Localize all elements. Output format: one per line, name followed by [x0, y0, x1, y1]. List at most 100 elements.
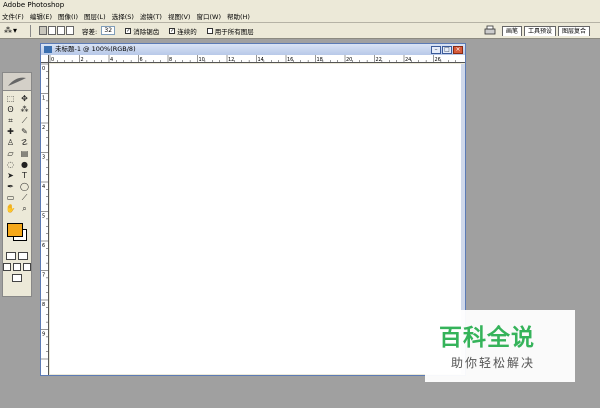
subtract-selection-button[interactable] [57, 26, 65, 35]
tool-grid: ⬚ ✥ ʘ ⁂ ⌗ ⟋ ✚ ✎ ♙ ☡ ▱ ▤ ◌ ● ➤ T ✒ ◯ ▭ ⟋ … [3, 91, 31, 217]
ruler-label: 26 [435, 57, 441, 63]
watermark-title: 百科全说 [439, 325, 535, 351]
add-selection-button[interactable] [48, 26, 56, 35]
watermark-subtitle: 助你轻松解决 [451, 356, 536, 370]
contiguous-checkbox[interactable]: ✓ 连续的 [169, 26, 197, 36]
slice-tool-icon[interactable]: ⟋ [19, 116, 30, 126]
eyedropper-icon[interactable]: ⟋ [19, 193, 30, 203]
ruler-label: 20 [346, 57, 352, 63]
new-selection-button[interactable] [39, 26, 47, 35]
options-bar: ⁂ ▾ 容差: 32 ✓ 消除锯齿 ✓ 连续的 用于所有图层 画笔 工具预设 图… [0, 23, 600, 39]
tab-tool-presets[interactable]: 工具预设 [523, 25, 556, 36]
screen-mode-standard-button[interactable] [3, 263, 11, 271]
document-title-bar[interactable]: 未标题-1 @ 100%(RGB/8) – □ × [41, 44, 465, 55]
menu-edit[interactable]: 编辑(E) [30, 11, 52, 23]
foreground-color-swatch[interactable] [7, 223, 23, 237]
menu-help[interactable]: 帮助(H) [227, 11, 250, 23]
screen-mode-full-button[interactable] [23, 263, 31, 271]
ruler-label: 0 [42, 66, 45, 72]
path-selection-icon[interactable]: ➤ [5, 171, 16, 181]
pen-tool-icon[interactable]: ✒ [5, 182, 16, 192]
ruler-label: 14 [258, 57, 264, 63]
screen-mode-full-menu-button[interactable] [13, 263, 21, 271]
menu-filter[interactable]: 滤镜(T) [140, 11, 162, 23]
menu-view[interactable]: 视图(V) [168, 11, 191, 23]
hand-tool-icon[interactable]: ✋ [5, 204, 16, 214]
dodge-tool-icon[interactable]: ● [19, 160, 30, 170]
menu-file[interactable]: 文件(F) [2, 11, 24, 23]
horizontal-ruler[interactable]: 0 2 4 6 8 10 12 14 16 18 20 22 24 26 [49, 55, 465, 63]
antialias-label: 消除锯齿 [133, 27, 160, 36]
all-layers-checkbox[interactable]: 用于所有图层 [206, 26, 254, 36]
ruler-label: 16 [287, 57, 293, 63]
intersect-selection-button[interactable] [66, 26, 74, 35]
ruler-label: 1 [42, 96, 45, 102]
watermark-logo: 百科全说 助你轻松解决 [425, 310, 575, 382]
history-brush-icon[interactable]: ☡ [19, 138, 30, 148]
notes-tool-icon[interactable]: ▭ [5, 193, 16, 203]
zoom-tool-icon[interactable]: ⌕ [19, 204, 30, 214]
ruler-label: 12 [228, 57, 234, 63]
ruler-label: 7 [42, 273, 45, 279]
ruler-label: 5 [42, 214, 45, 220]
selection-mode-group [39, 26, 74, 35]
healing-brush-icon[interactable]: ✚ [5, 127, 16, 137]
palette-well: 画笔 工具预设 图层复合 [500, 25, 590, 36]
menu-select[interactable]: 选择(S) [112, 11, 134, 23]
printer-icon[interactable] [484, 25, 496, 36]
tab-layer-comps[interactable]: 图层复合 [557, 25, 590, 36]
menu-window[interactable]: 窗口(W) [196, 11, 221, 23]
toolbox-header[interactable] [3, 73, 31, 91]
maximize-button[interactable]: □ [442, 45, 452, 54]
chevron-down-icon: ▾ [13, 26, 18, 35]
marquee-tool-icon[interactable]: ⬚ [5, 94, 16, 104]
checkbox-unchecked-icon [206, 27, 213, 34]
blur-tool-icon[interactable]: ◌ [5, 160, 16, 170]
ruler-label: 10 [199, 57, 205, 63]
menu-layer[interactable]: 图层(L) [84, 11, 106, 23]
tool-preset-picker[interactable]: ⁂ ▾ [4, 24, 26, 38]
separator [30, 24, 31, 37]
ruler-label: 6 [42, 243, 45, 249]
vertical-ruler[interactable]: 0 1 2 3 4 5 6 7 8 9 [41, 63, 49, 375]
document-canvas[interactable] [50, 64, 461, 374]
move-tool-icon[interactable]: ✥ [19, 94, 30, 104]
menu-image[interactable]: 图像(I) [58, 11, 78, 23]
feather-icon [8, 77, 26, 86]
ruler-label: 0 [51, 57, 54, 63]
antialias-checkbox[interactable]: ✓ 消除锯齿 [125, 26, 159, 36]
ruler-label: 3 [42, 155, 45, 161]
jump-to-imageready-button[interactable] [12, 274, 22, 282]
screen-mode-row [3, 263, 31, 271]
ruler-label: 8 [42, 302, 45, 308]
tolerance-label: 容差: [82, 27, 98, 36]
lasso-tool-icon[interactable]: ʘ [5, 105, 16, 115]
ruler-label: 4 [110, 57, 113, 63]
magic-wand-icon: ⁂ [4, 26, 12, 35]
tab-brushes[interactable]: 画笔 [501, 25, 522, 36]
ruler-label: 22 [376, 57, 382, 63]
type-tool-icon[interactable]: T [19, 171, 30, 181]
ruler-origin[interactable] [41, 55, 49, 63]
app-title: Adobe Photoshop [3, 1, 65, 9]
ruler-label: 6 [140, 57, 143, 63]
brush-tool-icon[interactable]: ✎ [19, 127, 30, 137]
magic-wand-tool-icon[interactable]: ⁂ [19, 105, 30, 115]
clone-stamp-icon[interactable]: ♙ [5, 138, 16, 148]
close-button[interactable]: × [453, 45, 463, 54]
all-layers-label: 用于所有图层 [214, 27, 254, 36]
checkbox-checked-icon: ✓ [169, 27, 176, 34]
tolerance-input[interactable]: 32 [101, 26, 116, 35]
eraser-tool-icon[interactable]: ▱ [5, 149, 16, 159]
document-window: 未标题-1 @ 100%(RGB/8) – □ × 0 2 4 6 8 10 12 14 16 1… [40, 43, 466, 376]
toolbox: ⬚ ✥ ʘ ⁂ ⌗ ⟋ ✚ ✎ ♙ ☡ ▱ ▤ ◌ ● ➤ T ✒ ◯ ▭ ⟋ … [2, 72, 32, 297]
quick-mask-button[interactable] [18, 252, 28, 260]
contiguous-label: 连续的 [177, 27, 197, 36]
shape-tool-icon[interactable]: ◯ [19, 182, 30, 192]
minimize-button[interactable]: – [431, 45, 441, 54]
photoshop-doc-icon [44, 46, 52, 53]
crop-tool-icon[interactable]: ⌗ [5, 116, 16, 126]
window-buttons: – □ × [431, 45, 463, 54]
gradient-tool-icon[interactable]: ▤ [19, 149, 30, 159]
standard-mode-button[interactable] [6, 252, 16, 260]
